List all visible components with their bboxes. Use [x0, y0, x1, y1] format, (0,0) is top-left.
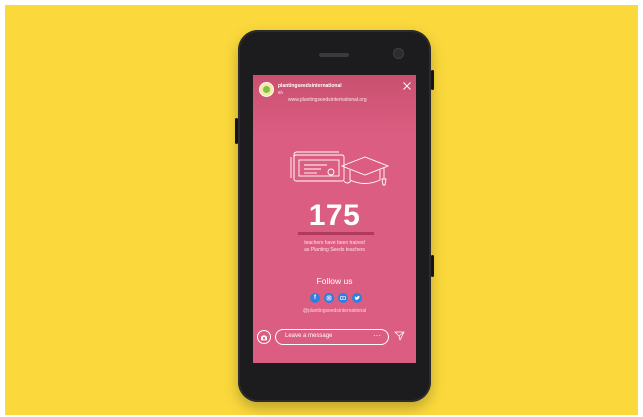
stat-caption: teachers have been trained as Planting S…	[253, 240, 416, 254]
message-placeholder: Leave a message	[285, 333, 333, 339]
yellow-backdrop: plantingseedsinternational 6h www.planti…	[5, 5, 638, 415]
phone-chin	[253, 363, 416, 388]
story-reply-bar: Leave a message ···	[253, 326, 416, 363]
phone-side-button-right	[431, 70, 434, 90]
profile-avatar[interactable]	[259, 82, 274, 97]
facebook-icon[interactable]: f	[310, 293, 320, 303]
stat-underline	[298, 232, 374, 235]
trained-teachers-count: 175	[308, 199, 361, 232]
certificate-graduation-cap-illustration	[290, 151, 390, 186]
story-website-link[interactable]: www.plantingseedsinternational.org	[288, 97, 367, 103]
story-username[interactable]: plantingseedsinternational	[278, 83, 342, 89]
message-input[interactable]: Leave a message ···	[275, 329, 389, 345]
phone-side-button-left	[235, 118, 238, 144]
close-icon[interactable]	[402, 81, 412, 91]
send-icon[interactable]	[394, 330, 405, 341]
follow-us-heading: Follow us	[316, 276, 353, 286]
instagram-story-screen: plantingseedsinternational 6h www.planti…	[253, 75, 416, 363]
caption-line-1: teachers have been trained	[304, 240, 365, 246]
youtube-icon[interactable]	[338, 293, 348, 303]
camera-button[interactable]	[257, 330, 271, 344]
phone-volume-button	[431, 255, 434, 277]
twitter-icon[interactable]	[352, 293, 362, 303]
phone-device: plantingseedsinternational 6h www.planti…	[235, 30, 434, 402]
caption-line-2: as Planting Seeds teachers	[304, 247, 365, 253]
front-camera	[393, 48, 404, 59]
instagram-handle: @plantingseedsinternational	[302, 308, 367, 314]
instagram-icon[interactable]	[324, 293, 334, 303]
story-time: 6h	[278, 90, 284, 95]
phone-speaker	[319, 53, 349, 57]
camera-icon	[261, 335, 267, 341]
more-options-icon[interactable]: ···	[373, 330, 381, 342]
